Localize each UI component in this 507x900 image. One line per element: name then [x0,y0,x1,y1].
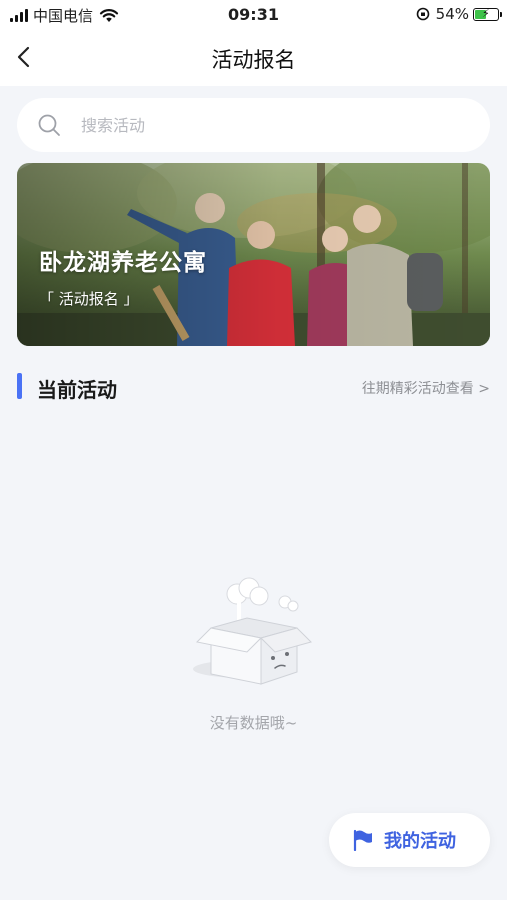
banner[interactable]: 卧龙湖养老公寓 「 活动报名 」 [17,163,490,346]
page-title: 活动报名 [211,48,296,72]
battery-icon: ⚡ [473,7,502,21]
search-input[interactable] [79,114,443,136]
empty-box-icon [193,577,312,685]
banner-title: 卧龙湖养老公寓 [39,250,207,276]
empty-text: 没有数据哦~ [209,714,298,732]
section-accent-bar [17,373,22,399]
flag-icon [353,829,372,851]
search-icon [38,114,60,136]
nav-bar: 活动报名 [0,30,507,86]
orientation-lock-icon [416,7,429,21]
section-title: 当前活动 [37,378,117,402]
my-activities-label: 我的活动 [384,831,456,852]
status-right: 54% ⚡ [416,5,502,23]
search-bar[interactable] [17,98,490,152]
banner-subtitle: 「 活动报名 」 [39,290,139,308]
battery-percent: 54% [435,5,469,23]
my-activities-button[interactable]: 我的活动 [329,813,490,867]
status-bar: 中国电信 09:31 54% ⚡ [0,0,507,30]
past-activities-link[interactable]: 往期精彩活动查看 > [362,378,490,398]
